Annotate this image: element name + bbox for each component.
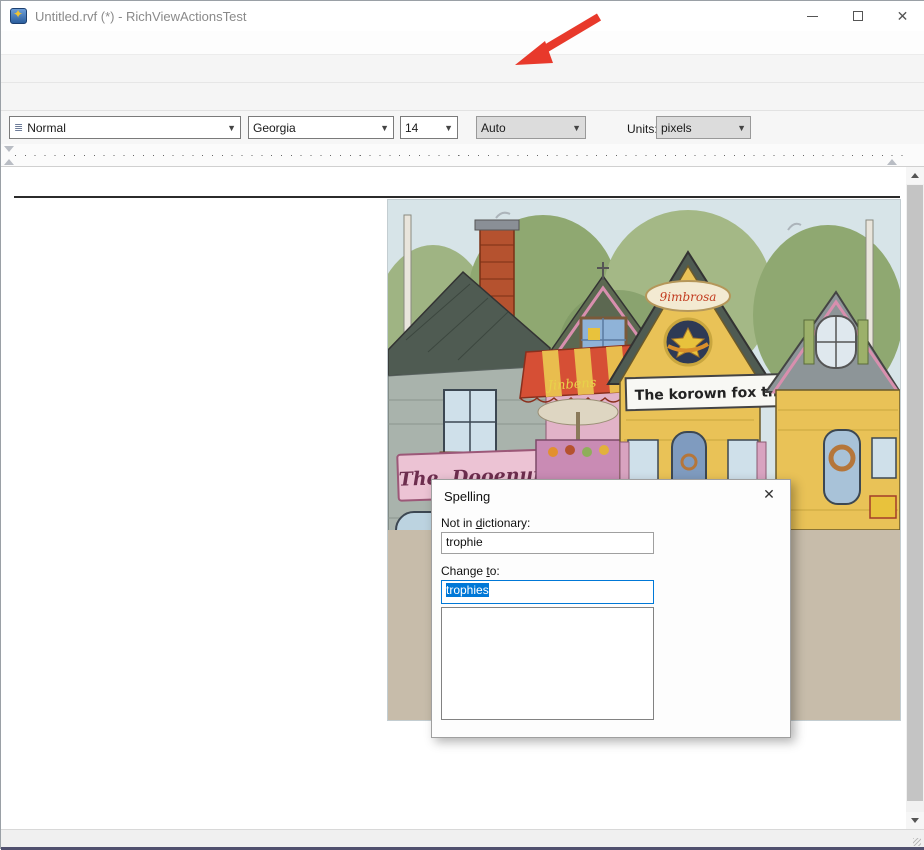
font-combo-value: Georgia: [253, 121, 376, 135]
toolbar-formatting: [1, 82, 924, 111]
suggestions-list[interactable]: [441, 607, 654, 720]
resize-grip[interactable]: [913, 838, 921, 846]
close-button[interactable]: ✕: [880, 2, 924, 30]
toolbar-standard: [1, 54, 924, 82]
document-heading: [14, 193, 900, 198]
zoom-combo[interactable]: Auto ▼: [476, 116, 586, 139]
maximize-button[interactable]: [835, 2, 880, 30]
vertical-scrollbar[interactable]: [906, 167, 924, 829]
combo-bar: ≣ Normal ▼ Georgia ▼ 14 ▼ Auto ▼ Units: …: [1, 111, 924, 144]
change-to-field[interactable]: trophies: [441, 580, 654, 604]
style-combo-value: Normal: [27, 121, 223, 135]
minimize-button[interactable]: [790, 2, 835, 30]
dialog-close-button[interactable]: ✕: [758, 486, 780, 504]
first-line-indent-marker[interactable]: [4, 146, 14, 152]
units-combo[interactable]: pixels ▼: [656, 116, 751, 139]
spelling-dialog: Spelling ✕ Not in dictionary: trophie Ch…: [431, 479, 791, 738]
horizontal-ruler[interactable]: [1, 144, 924, 167]
title-bar: Untitled.rvf (*) - RichViewActionsTest ✕: [1, 1, 924, 31]
left-indent-marker[interactable]: [4, 159, 14, 165]
window-title: Untitled.rvf (*) - RichViewActionsTest: [35, 9, 246, 24]
scrollbar-thumb[interactable]: [907, 185, 923, 801]
change-to-label: Change to:: [441, 564, 500, 578]
chevron-down-icon: ▼: [572, 123, 581, 133]
units-combo-value: pixels: [661, 121, 733, 135]
chevron-down-icon: ▼: [444, 123, 453, 133]
menu-bar: [1, 31, 924, 54]
dialog-title: Spelling: [444, 489, 490, 504]
status-bar: [1, 829, 924, 847]
units-label: Units:: [627, 122, 658, 136]
right-indent-marker[interactable]: [887, 159, 897, 165]
app-window: { "window": { "title": "Untitled.rvf (*)…: [0, 0, 924, 849]
not-in-dictionary-label: Not in dictionary:: [441, 516, 530, 530]
font-combo[interactable]: Georgia ▼: [248, 116, 394, 139]
app-icon: [10, 8, 27, 24]
paragraph-style-icon: ≣: [14, 121, 23, 134]
zoom-combo-value: Auto: [481, 121, 568, 135]
chevron-down-icon: ▼: [227, 123, 236, 133]
sign-gimbrosa: 9imbrosa: [660, 290, 717, 304]
change-to-value: trophies: [446, 583, 489, 597]
chevron-down-icon: ▼: [737, 123, 746, 133]
not-in-dictionary-field[interactable]: trophie: [441, 532, 654, 554]
scroll-down-button[interactable]: [906, 812, 924, 829]
chevron-down-icon: ▼: [380, 123, 389, 133]
scroll-up-button[interactable]: [906, 167, 924, 184]
font-size-combo[interactable]: 14 ▼: [400, 116, 458, 139]
font-size-value: 14: [405, 121, 440, 135]
style-combo[interactable]: ≣ Normal ▼: [9, 116, 241, 139]
